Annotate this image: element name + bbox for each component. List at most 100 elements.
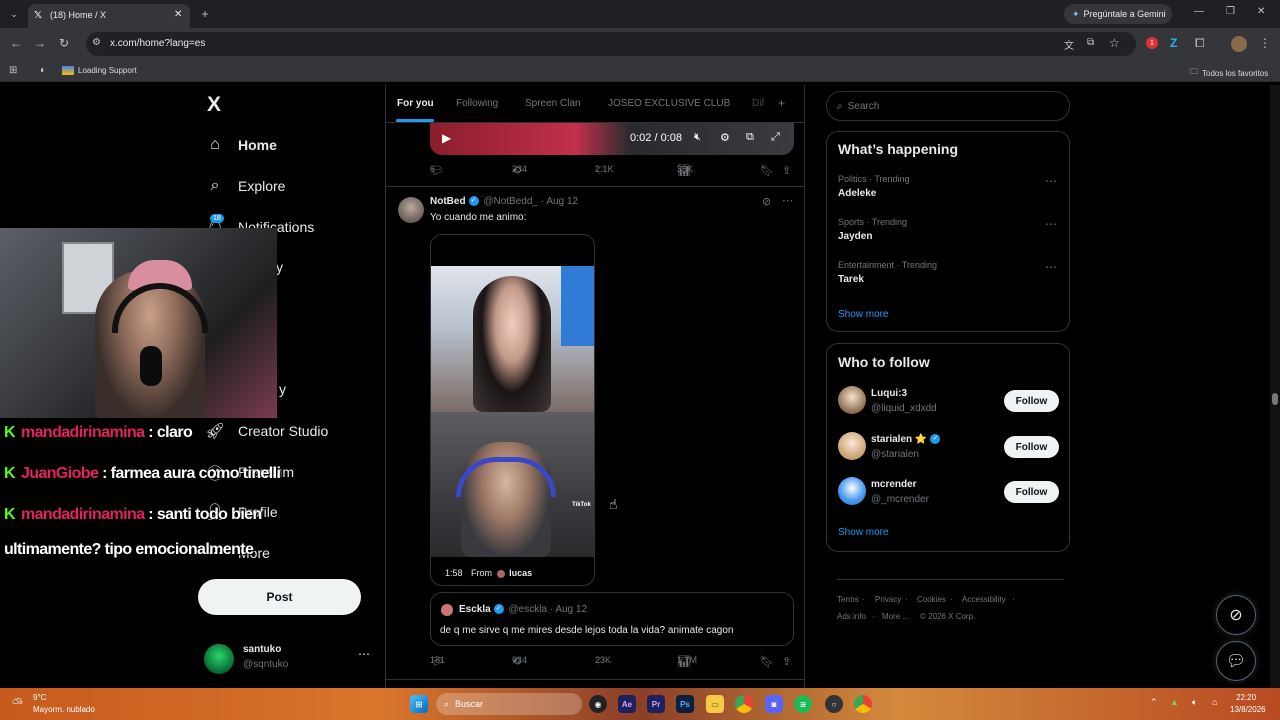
post-button[interactable]: Post: [198, 579, 361, 615]
footer-privacy[interactable]: Privacy: [875, 595, 901, 604]
follow-user-avatar[interactable]: [838, 477, 866, 505]
back-icon[interactable]: ←: [10, 36, 22, 50]
discord-icon[interactable]: ◙: [765, 695, 783, 713]
share-icon[interactable]: ⇪: [782, 164, 791, 177]
post-author[interactable]: NotBed: [430, 196, 466, 207]
tray-nvidia-icon[interactable]: ▲: [1170, 697, 1179, 707]
pip-icon[interactable]: ⧉: [746, 131, 754, 144]
post-more-icon[interactable]: ⋯: [782, 194, 793, 207]
follow-user-avatar[interactable]: [838, 432, 866, 460]
restore-icon[interactable]: ❐: [1226, 6, 1235, 17]
scrollbar-thumb[interactable]: [1272, 393, 1278, 405]
cast-icon[interactable]: ⧉: [1087, 37, 1094, 48]
bookmark-icon[interactable]: 🔖︎: [760, 164, 774, 177]
obs-icon[interactable]: ◉: [589, 695, 607, 713]
x-logo-icon[interactable]: X: [207, 93, 221, 117]
translate-icon[interactable]: 文: [1064, 37, 1074, 52]
fullscreen-icon[interactable]: ⤢: [771, 131, 780, 144]
messages-fab[interactable]: 💬︎: [1216, 641, 1256, 681]
share-icon[interactable]: ⇪: [782, 655, 791, 668]
nav-home[interactable]: ⌂ Home: [204, 130, 277, 160]
bookmark-loading-support[interactable]: Loading Support: [62, 66, 137, 75]
whats-happening-show-more[interactable]: Show more: [838, 309, 889, 320]
footer-ads-info[interactable]: Ads info: [837, 612, 866, 621]
clock-date[interactable]: 13/8/2026: [1230, 705, 1266, 714]
premiere-icon[interactable]: Pr: [647, 695, 665, 713]
profile-avatar[interactable]: [1231, 36, 1247, 52]
weather-icon[interactable]: ⛅︎: [12, 695, 23, 712]
bookmark-star-icon[interactable]: ☆: [1109, 36, 1120, 50]
follow-button[interactable]: Follow: [1004, 390, 1059, 412]
follow-button[interactable]: Follow: [1004, 481, 1059, 503]
tab-joseo-exclusive-club[interactable]: JOSEO EXCLUSIVE CLUB: [608, 98, 730, 109]
tray-network-icon[interactable]: ⌂: [1212, 697, 1217, 707]
tab-spreen-clan[interactable]: Spreen Clan: [525, 98, 581, 109]
new-tab-icon[interactable]: +: [197, 6, 213, 22]
footer-terms[interactable]: Terms: [837, 595, 859, 604]
page-scrollbar[interactable]: [1270, 85, 1280, 688]
tab-list-icon[interactable]: ⌄: [6, 6, 22, 22]
search-box[interactable]: ⌕ Search: [826, 91, 1070, 121]
site-info-icon[interactable]: ⚙: [92, 37, 101, 48]
follow-user-name[interactable]: Luqui:3: [871, 388, 907, 399]
weather-temp[interactable]: 9°C: [33, 693, 46, 702]
forward-icon[interactable]: →: [34, 36, 46, 50]
post-video[interactable]: TikTok 1:58 From lucas: [430, 234, 595, 586]
close-window-icon[interactable]: ✕: [1257, 6, 1265, 17]
tray-volume-icon[interactable]: 🔈︎: [1192, 697, 1197, 708]
bookmark-icon[interactable]: 🔖︎: [760, 655, 774, 668]
trend-more-icon[interactable]: ⋯: [1045, 260, 1057, 274]
file-explorer-icon[interactable]: ▭: [706, 695, 724, 713]
account-switcher[interactable]: santuko @sqntuko ⋯: [204, 641, 374, 675]
post-handle[interactable]: @NotBedd_: [483, 196, 538, 207]
tab-dif[interactable]: Dif: [752, 98, 764, 109]
quoted-post[interactable]: Esckla ✓ @esckla · Aug 12 de q me sirve q…: [430, 592, 794, 646]
trend-more-icon[interactable]: ⋯: [1045, 174, 1057, 188]
browser-menu-icon[interactable]: ⋮: [1259, 36, 1271, 50]
after-effects-icon[interactable]: Ae: [618, 695, 636, 713]
follow-user-name[interactable]: mcrender: [871, 479, 917, 490]
browser-tab[interactable]: 𝕏 (18) Home / X ✕: [28, 4, 190, 28]
spotify-icon[interactable]: ≋: [794, 695, 812, 713]
tab-following[interactable]: Following: [456, 98, 498, 109]
minimize-icon[interactable]: —: [1194, 6, 1204, 17]
tab-for-you[interactable]: For you: [397, 98, 434, 109]
post-avatar[interactable]: [398, 197, 424, 223]
follow-user-name[interactable]: starialen ⭐ ✓: [871, 434, 941, 445]
taskbar-search[interactable]: ⌕ Buscar: [436, 693, 582, 715]
mute-icon[interactable]: 🔇︎: [694, 131, 701, 144]
follow-button[interactable]: Follow: [1004, 436, 1059, 458]
top-post-video[interactable]: ▶ 0:02 / 0:08 🔇︎ ⚙ ⧉ ⤢: [430, 123, 794, 155]
extensions-puzzle-icon[interactable]: ⧠: [1195, 36, 1205, 51]
grok-fab[interactable]: ⊘: [1216, 595, 1256, 635]
extension-blue-icon[interactable]: Z: [1170, 36, 1177, 50]
footer-more[interactable]: More ...: [882, 612, 909, 621]
address-bar[interactable]: ⚙ x.com/home?lang=es: [86, 32, 1136, 56]
post-date[interactable]: · Aug 12: [541, 196, 578, 207]
reload-icon[interactable]: ↻: [59, 36, 69, 50]
clock-time[interactable]: 22:20: [1236, 693, 1256, 702]
gemini-button[interactable]: ✦ Pregúntale a Gemini: [1064, 4, 1172, 24]
video-from-user[interactable]: lucas: [509, 568, 532, 578]
chrome-profile-icon[interactable]: [854, 695, 872, 713]
grok-icon[interactable]: ⊘: [762, 195, 771, 208]
trend-more-icon[interactable]: ⋯: [1045, 217, 1057, 231]
nav-creator-studio[interactable]: 🚀︎ Creator Studio: [204, 416, 328, 446]
follow-user-avatar[interactable]: [838, 386, 866, 414]
close-tab-icon[interactable]: ✕: [174, 9, 182, 20]
footer-accessibility[interactable]: Accessibility: [962, 595, 1006, 604]
windows-start-icon[interactable]: ⊞: [410, 695, 428, 713]
weather-desc[interactable]: Mayorm. nublado: [33, 705, 95, 714]
who-to-follow-show-more[interactable]: Show more: [838, 527, 889, 538]
tray-chevron-icon[interactable]: ⌃: [1150, 697, 1158, 708]
footer-cookies[interactable]: Cookies: [917, 595, 946, 604]
account-more-icon[interactable]: ⋯: [358, 647, 370, 661]
play-icon[interactable]: ▶: [442, 131, 451, 145]
apps-grid-icon[interactable]: ⊞: [9, 65, 17, 76]
video-settings-icon[interactable]: ⚙: [720, 131, 730, 144]
chrome-icon[interactable]: [735, 695, 753, 713]
nav-explore[interactable]: ⌕ Explore: [204, 171, 286, 201]
extension-red-icon[interactable]: 1: [1146, 37, 1158, 49]
photoshop-icon[interactable]: Ps: [676, 695, 694, 713]
add-tab-icon[interactable]: +: [778, 96, 785, 110]
